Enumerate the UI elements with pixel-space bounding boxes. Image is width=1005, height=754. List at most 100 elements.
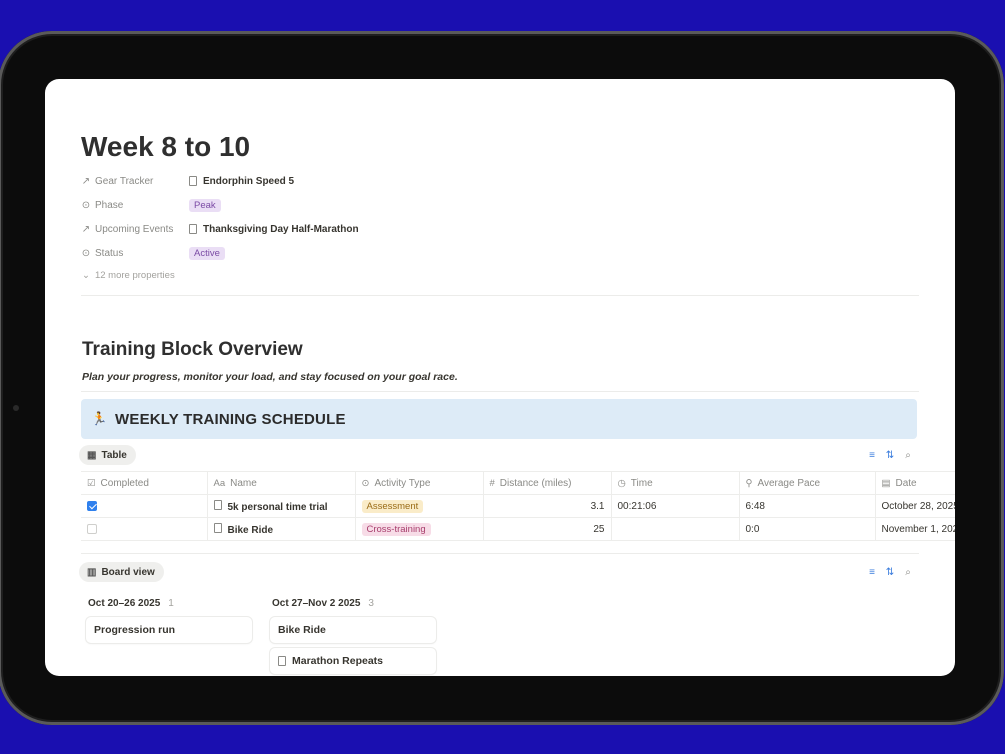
time-cell[interactable] bbox=[610, 517, 739, 541]
arrow-up-right-icon: ↗ bbox=[81, 175, 91, 187]
document-icon bbox=[189, 176, 197, 186]
table-row[interactable]: 5k personal time trial Assessment 3.1 00… bbox=[81, 494, 955, 518]
property-key-label: Status bbox=[95, 247, 124, 259]
property-key: ↗ Upcoming Events bbox=[81, 224, 189, 235]
column-label: Activity Type bbox=[374, 477, 431, 489]
date-cell[interactable]: October 28, 2025 bbox=[874, 494, 955, 518]
column-header-name[interactable]: Aa Name bbox=[206, 471, 355, 495]
name-cell[interactable]: 5k personal time trial bbox=[206, 494, 355, 518]
chevron-down-icon: ⌄ bbox=[82, 270, 90, 281]
column-label: Completed bbox=[100, 477, 149, 489]
completed-cell[interactable] bbox=[81, 494, 207, 518]
search-icon[interactable]: ⌕ bbox=[903, 450, 913, 461]
filter-icon[interactable]: ≡ bbox=[867, 450, 877, 461]
timer-icon: ◷ bbox=[617, 477, 626, 489]
row-name: Bike Ride bbox=[227, 524, 274, 536]
date-cell[interactable]: November 1, 2025 bbox=[874, 517, 955, 541]
phase-tag: Peak bbox=[189, 198, 221, 212]
column-label: Average Pace bbox=[757, 477, 821, 489]
column-header-distance[interactable]: # Distance (miles) bbox=[482, 471, 611, 495]
document-icon bbox=[278, 656, 286, 666]
property-value[interactable]: Active bbox=[189, 246, 225, 260]
text-property-icon: Aa bbox=[213, 477, 226, 489]
board-card[interactable]: Marathon Repeats bbox=[270, 648, 436, 674]
sort-icon[interactable]: ⇅ bbox=[885, 450, 895, 461]
property-key: ↗ Gear Tracker bbox=[81, 176, 189, 187]
filter-icon[interactable]: ≡ bbox=[867, 567, 877, 578]
board-card-title: Progression run bbox=[94, 624, 176, 636]
number-property-icon: # bbox=[489, 477, 495, 489]
status-circle-icon: ⊙ bbox=[81, 247, 91, 259]
callout-text: WEEKLY TRAINING SCHEDULE bbox=[115, 410, 346, 428]
overview-subtitle: Plan your progress, monitor your load, a… bbox=[82, 371, 458, 383]
activity-type-cell[interactable]: Cross-training bbox=[354, 517, 483, 541]
divider bbox=[81, 295, 919, 296]
board-column-title: Oct 27–Nov 2 2025 bbox=[272, 598, 361, 609]
distance-cell[interactable]: 3.1 bbox=[482, 494, 611, 518]
pace-cell[interactable]: 0:0 bbox=[738, 517, 875, 541]
column-header-activity-type[interactable]: ⊙ Activity Type bbox=[354, 471, 483, 495]
document-icon bbox=[189, 224, 197, 234]
distance-cell[interactable]: 25 bbox=[482, 517, 611, 541]
table-header-row: ☑ Completed Aa Name ⊙ Activity Type # Distan… bbox=[81, 471, 955, 495]
column-label: Name bbox=[230, 477, 257, 489]
property-status[interactable]: ⊙ Status Active bbox=[81, 243, 225, 263]
table-icon: ▦ bbox=[87, 449, 97, 461]
board-card[interactable]: Bike Ride bbox=[270, 617, 436, 643]
select-property-icon: ⊙ bbox=[361, 477, 370, 489]
board-column-header: Oct 27–Nov 2 2025 3 bbox=[272, 598, 374, 609]
notion-page: Week 8 to 10 ↗ Gear Tracker Endorphin Sp… bbox=[45, 79, 955, 676]
more-properties-label: 12 more properties bbox=[94, 270, 175, 281]
property-value[interactable]: Endorphin Speed 5 bbox=[189, 176, 294, 187]
property-value[interactable]: Peak bbox=[189, 198, 221, 212]
table-row[interactable]: Bike Ride Cross-training 25 0:0 November… bbox=[81, 517, 955, 541]
completed-checkbox[interactable] bbox=[87, 523, 97, 534]
property-value-label: Endorphin Speed 5 bbox=[203, 175, 295, 187]
tab-label: Table bbox=[101, 449, 127, 461]
column-label: Date bbox=[895, 477, 917, 489]
activity-type-cell[interactable]: Assessment bbox=[354, 494, 483, 518]
column-label: Distance (miles) bbox=[499, 477, 572, 489]
board-toolbar: ≡ ⇅ ⌕ bbox=[867, 567, 913, 578]
column-label: Time bbox=[630, 477, 653, 489]
property-value[interactable]: Thanksgiving Day Half-Marathon bbox=[189, 224, 359, 235]
property-phase[interactable]: ⊙ Phase Peak bbox=[81, 195, 221, 215]
callout-block: 🏃 WEEKLY TRAINING SCHEDULE bbox=[81, 399, 917, 439]
property-key: ⊙ Status bbox=[81, 248, 189, 259]
divider bbox=[81, 391, 919, 392]
board-card-title: Marathon Repeats bbox=[292, 655, 384, 667]
property-upcoming-events[interactable]: ↗ Upcoming Events Thanksgiving Day Half-… bbox=[81, 219, 359, 239]
tab-board-view[interactable]: ▥ Board view bbox=[79, 562, 164, 582]
training-table: ☑ Completed Aa Name ⊙ Activity Type # Distan… bbox=[81, 471, 955, 541]
column-header-date[interactable]: ▤ Date bbox=[874, 471, 955, 495]
board-column-count: 1 bbox=[168, 598, 174, 609]
board-card-title: Bike Ride bbox=[278, 624, 326, 636]
sort-icon[interactable]: ⇅ bbox=[885, 567, 895, 578]
property-gear-tracker[interactable]: ↗ Gear Tracker Endorphin Speed 5 bbox=[81, 171, 294, 191]
board-icon: ▥ bbox=[87, 566, 97, 578]
page-title: Week 8 to 10 bbox=[81, 131, 251, 162]
row-name: 5k personal time trial bbox=[227, 501, 328, 513]
column-header-average-pace[interactable]: ⚲ Average Pace bbox=[738, 471, 875, 495]
activity-type-tag: Assessment bbox=[361, 499, 424, 513]
tablet-camera bbox=[13, 405, 19, 411]
time-cell[interactable]: 00:21:06 bbox=[610, 494, 739, 518]
search-icon[interactable]: ⌕ bbox=[903, 567, 913, 578]
property-value-label: Thanksgiving Day Half-Marathon bbox=[203, 223, 359, 235]
board-column-count: 3 bbox=[368, 598, 374, 609]
board-column-header: Oct 20–26 2025 1 bbox=[88, 598, 174, 609]
more-properties-toggle[interactable]: ⌄ 12 more properties bbox=[82, 270, 175, 281]
arrow-up-right-icon: ↗ bbox=[81, 223, 91, 235]
checkbox-icon: ☑ bbox=[87, 477, 96, 489]
completed-cell[interactable] bbox=[81, 517, 207, 541]
property-key-label: Upcoming Events bbox=[95, 223, 174, 235]
board-card[interactable]: Progression run bbox=[86, 617, 252, 643]
name-cell[interactable]: Bike Ride bbox=[206, 517, 355, 541]
pace-cell[interactable]: 6:48 bbox=[738, 494, 875, 518]
tab-table-view[interactable]: ▦ Table bbox=[79, 445, 136, 465]
property-key-label: Gear Tracker bbox=[95, 175, 154, 187]
runner-icon: ⚲ bbox=[745, 477, 753, 489]
column-header-completed[interactable]: ☑ Completed bbox=[81, 471, 207, 495]
completed-checkbox[interactable] bbox=[87, 500, 97, 511]
column-header-time[interactable]: ◷ Time bbox=[610, 471, 739, 495]
